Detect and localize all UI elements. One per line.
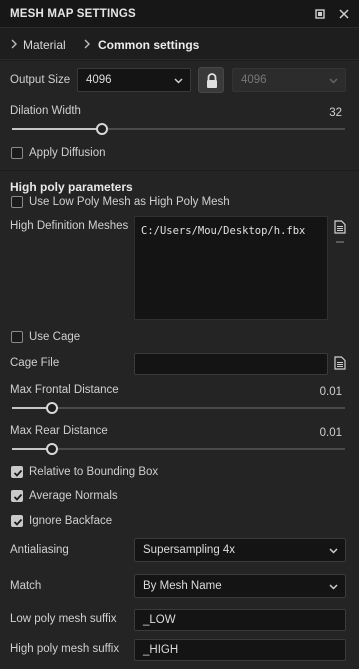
dilation-width-label: Dilation Width xyxy=(10,105,81,117)
breadcrumb-material[interactable]: Material xyxy=(23,38,66,52)
use-cage-label: Use Cage xyxy=(29,331,81,343)
ignore-backface-checkbox[interactable] xyxy=(11,515,23,527)
max-frontal-distance-label: Max Frontal Distance xyxy=(10,384,119,396)
antialiasing-value: Supersampling 4x xyxy=(143,544,236,556)
average-normals-checkbox[interactable] xyxy=(11,490,23,502)
high-definition-meshes-list[interactable]: C:/Users/Mou/Desktop/h.fbx xyxy=(134,216,328,320)
output-size-label: Output Size xyxy=(10,74,71,86)
slider-track xyxy=(12,448,345,450)
panel-title: MESH MAP SETTINGS xyxy=(10,8,136,20)
relative-to-bounding-box-label: Relative to Bounding Box xyxy=(29,466,159,478)
output-size-linked-value: 4096 xyxy=(241,74,267,86)
lock-button[interactable] xyxy=(198,67,224,93)
max-rear-distance-label: Max Rear Distance xyxy=(10,425,108,437)
close-icon[interactable] xyxy=(337,7,351,21)
breadcrumb-common-settings[interactable]: Common settings xyxy=(98,38,199,52)
apply-diffusion-checkbox[interactable] xyxy=(11,147,23,159)
slider-fill xyxy=(12,128,102,130)
high-poly-suffix-field[interactable]: _HIGH xyxy=(134,639,346,661)
chevron-down-icon xyxy=(329,548,338,554)
cage-file-label: Cage File xyxy=(10,357,60,369)
ignore-backface-label: Ignore Backface xyxy=(29,515,113,527)
antialiasing-label: Antialiasing xyxy=(10,544,69,556)
high-poly-suffix-value: _HIGH xyxy=(143,644,179,656)
average-normals-label: Average Normals xyxy=(29,490,118,502)
low-poly-suffix-value: _LOW xyxy=(143,614,176,626)
restore-icon[interactable] xyxy=(313,7,327,21)
chevron-down-icon xyxy=(329,584,338,590)
breadcrumb: Material Common settings xyxy=(0,28,359,60)
relative-to-bounding-box-checkbox[interactable] xyxy=(11,466,23,478)
checkmark-icon xyxy=(13,493,23,501)
apply-diffusion-label: Apply Diffusion xyxy=(29,147,106,159)
chevron-right-icon xyxy=(84,39,90,49)
lock-icon xyxy=(207,73,217,88)
chevron-down-icon xyxy=(174,78,183,84)
max-frontal-distance-value: 0.01 xyxy=(319,386,342,398)
use-cage-checkbox[interactable] xyxy=(11,331,23,343)
antialiasing-select[interactable]: Supersampling 4x xyxy=(134,538,346,562)
output-size-select[interactable]: 4096 xyxy=(77,68,191,92)
high-poly-header: High poly parameters xyxy=(10,180,133,194)
dilation-width-slider[interactable] xyxy=(12,122,345,136)
high-definition-meshes-label: High Definition Meshes xyxy=(10,220,129,232)
low-poly-suffix-field[interactable]: _LOW xyxy=(134,609,346,631)
high-poly-suffix-label: High poly mesh suffix xyxy=(10,643,120,655)
output-size-linked-select[interactable]: 4096 xyxy=(232,68,346,92)
match-select[interactable]: By Mesh Name xyxy=(134,574,346,598)
dilation-width-value: 32 xyxy=(329,107,342,119)
max-rear-distance-value: 0.01 xyxy=(319,427,342,439)
mesh-list-item[interactable]: C:/Users/Mou/Desktop/h.fbx xyxy=(141,225,321,237)
use-low-poly-label: Use Low Poly Mesh as High Poly Mesh xyxy=(29,196,230,208)
chevron-right-icon xyxy=(11,39,17,49)
file-icon[interactable] xyxy=(334,220,346,234)
output-size-value: 4096 xyxy=(86,74,112,86)
max-frontal-distance-slider[interactable] xyxy=(12,401,345,415)
slider-thumb[interactable] xyxy=(46,402,58,414)
max-rear-distance-slider[interactable] xyxy=(12,442,345,456)
panel-titlebar: MESH MAP SETTINGS xyxy=(0,0,359,28)
use-low-poly-checkbox[interactable] xyxy=(11,196,23,208)
match-label: Match xyxy=(10,580,42,592)
chevron-down-icon xyxy=(329,78,338,84)
match-value: By Mesh Name xyxy=(143,580,222,592)
checkmark-icon xyxy=(13,469,23,477)
slider-track xyxy=(12,407,345,409)
slider-thumb[interactable] xyxy=(96,123,108,135)
checkmark-icon xyxy=(13,518,23,526)
section-divider xyxy=(0,170,359,171)
slider-thumb[interactable] xyxy=(46,443,58,455)
low-poly-suffix-label: Low poly mesh suffix xyxy=(10,613,117,625)
cage-file-field[interactable] xyxy=(134,353,328,375)
minus-icon[interactable] xyxy=(336,241,344,243)
file-icon[interactable] xyxy=(334,356,346,370)
